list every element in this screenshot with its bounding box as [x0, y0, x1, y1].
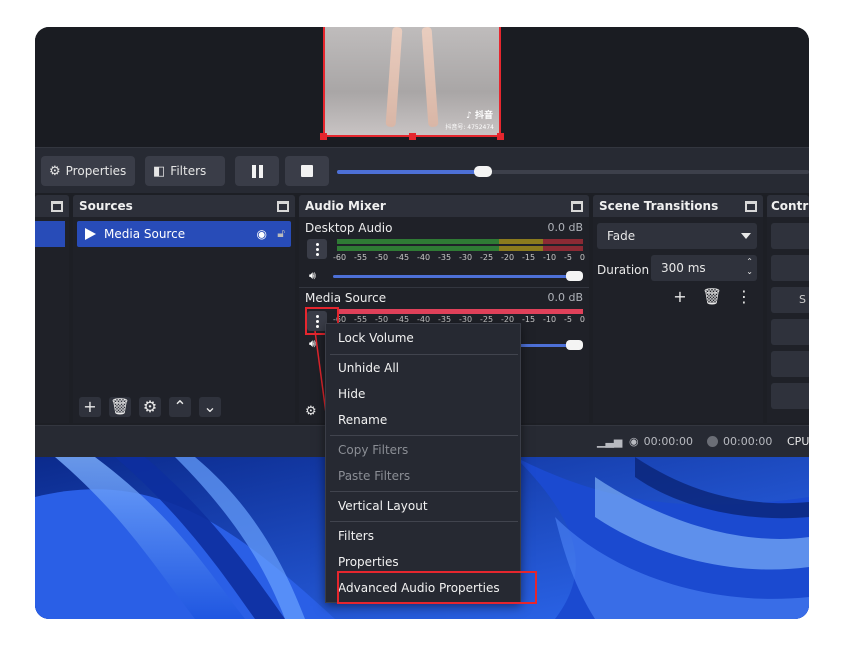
menu-separator	[330, 521, 518, 522]
menu-separator	[330, 491, 518, 492]
menu-item-unhide-all[interactable]: Unhide All	[338, 361, 399, 375]
menu-item-lock-volume[interactable]: Lock Volume	[338, 331, 414, 345]
menu-separator	[330, 435, 518, 436]
context-menu: Lock Volume Unhide All Hide Rename Copy …	[325, 323, 521, 603]
menu-item-filters[interactable]: Filters	[338, 529, 374, 543]
menu-item-hide[interactable]: Hide	[338, 387, 365, 401]
menu-item-vertical-layout[interactable]: Vertical Layout	[338, 499, 428, 513]
menu-item-copy-filters[interactable]: Copy Filters	[338, 443, 408, 457]
obs-window: ♪ 抖音 抖音号: 4752474 ⚙ Properties ◧ Filters	[35, 27, 809, 619]
menu-item-rename[interactable]: Rename	[338, 413, 387, 427]
menu-item-properties[interactable]: Properties	[338, 555, 399, 569]
menu-separator	[330, 354, 518, 355]
menu-item-paste-filters[interactable]: Paste Filters	[338, 469, 410, 483]
highlight-advanced-audio	[337, 571, 537, 604]
